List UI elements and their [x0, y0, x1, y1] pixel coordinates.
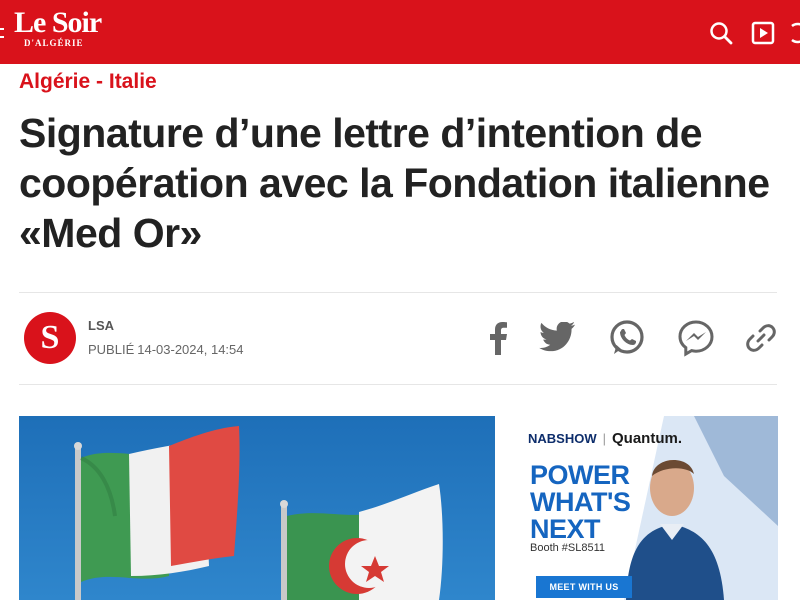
facebook-icon[interactable]: [478, 318, 518, 358]
ad-brand-nab: NABSHOW: [528, 431, 597, 446]
logo-sub-text: D'ALGÉRIE: [24, 38, 84, 48]
ad-headline: POWER WHAT'S NEXT: [530, 460, 631, 544]
video-play-icon[interactable]: [750, 20, 776, 46]
article-category[interactable]: Algérie - Italie: [19, 70, 157, 94]
search-icon[interactable]: [708, 20, 734, 46]
site-header: Le Soir D'ALGÉRIE: [0, 0, 800, 64]
author-name[interactable]: LSA: [88, 318, 114, 333]
divider: [19, 384, 777, 385]
logo-main-text: Le Soir: [14, 6, 102, 39]
refresh-icon[interactable]: [788, 20, 800, 46]
article-photo: [19, 416, 495, 600]
article-title: Signature d’une lettre d’intention de co…: [19, 110, 770, 256]
publish-info: PUBLIÉ 14-03-2024, 14:54: [88, 342, 244, 357]
messenger-icon[interactable]: [676, 318, 716, 358]
ad-headline-line1: POWER: [530, 460, 630, 490]
whatsapp-icon[interactable]: [607, 318, 647, 358]
ad-brands: NABSHOW | Quantum.: [528, 430, 682, 447]
published-label: PUBLIÉ: [88, 342, 135, 357]
menu-icon[interactable]: [0, 28, 4, 38]
twitter-icon[interactable]: [538, 318, 578, 358]
ad-headline-line3: NEXT: [530, 514, 601, 544]
author-avatar[interactable]: S: [24, 312, 76, 364]
ad-cta-button[interactable]: MEET WITH US: [536, 576, 632, 598]
divider: [19, 292, 777, 293]
ad-headline-line2: WHAT'S: [530, 487, 631, 517]
ad-booth: Booth #SL8511: [530, 542, 606, 554]
advertisement[interactable]: NABSHOW | Quantum. POWER WHAT'S NEXT Booth…: [514, 416, 778, 600]
published-date: 14-03-2024, 14:54: [137, 342, 244, 357]
site-logo[interactable]: Le Soir D'ALGÉRIE: [14, 6, 102, 49]
link-icon[interactable]: [741, 318, 781, 358]
ad-brand-quantum: Quantum.: [612, 430, 682, 447]
